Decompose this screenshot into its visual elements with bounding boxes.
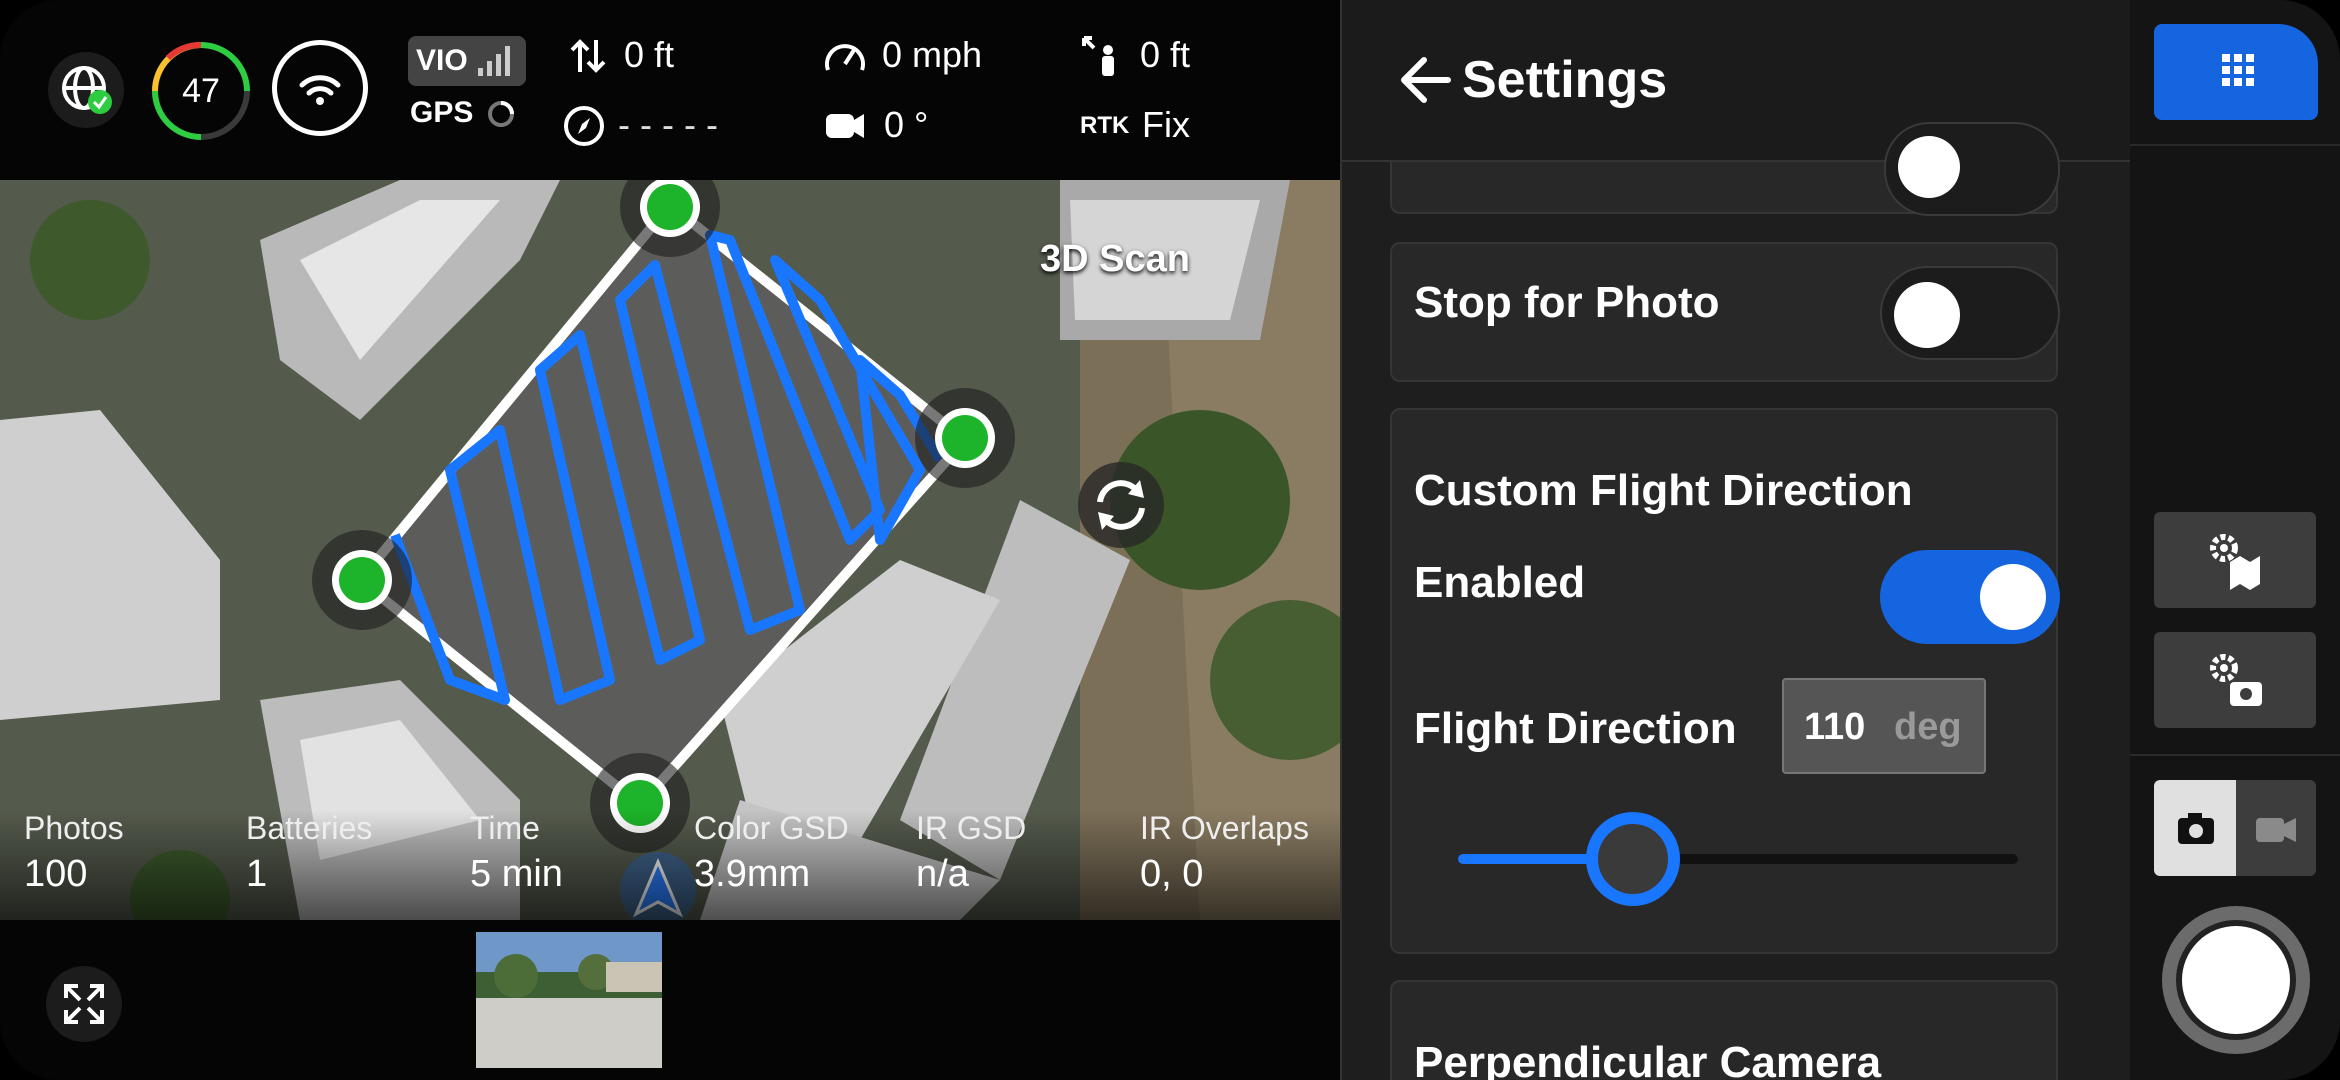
gps-loading-icon [487, 101, 514, 128]
back-button[interactable] [1398, 52, 1454, 113]
stat-value: n/a [916, 853, 969, 895]
mission-stats: Photos 100 Batteries 1 Time 5 min Color … [0, 810, 1340, 920]
rtk-status: Fix [1142, 104, 1190, 145]
video-camera-icon [2256, 818, 2296, 842]
speedometer-icon [825, 44, 865, 71]
stop-for-photo-label: Stop for Photo [1414, 278, 1720, 327]
stop-for-photo-card: Stop for Photo [1390, 242, 2060, 382]
apps-menu-button[interactable] [2154, 24, 2318, 120]
status-bar: 47 VIO GPS 0 ft - - - - - 0 mph 0 ° 0 ft… [0, 0, 1340, 180]
stat-batteries: Batteries 1 [246, 810, 372, 896]
page-title: Settings [1462, 51, 1668, 109]
camera-settings-button[interactable] [2154, 632, 2316, 728]
stat-label: IR GSD [916, 810, 1027, 846]
speed-value: 0 mph [882, 34, 983, 75]
camera-preview-thumbnail[interactable] [476, 932, 662, 1068]
photo-mode-button[interactable] [2154, 780, 2236, 876]
flight-direction-unit: deg [1894, 706, 1962, 748]
stat-value: 100 [24, 853, 88, 895]
flight-direction-slider-thumb[interactable] [1586, 812, 1680, 906]
fullscreen-button[interactable] [46, 966, 122, 1042]
gps-status: GPS [410, 96, 516, 130]
altitude-value: 0 ft [624, 34, 675, 75]
stat-photos: Photos 100 [24, 810, 124, 896]
custom-direction-toggle[interactable] [1880, 550, 2060, 644]
stat-label: Time [470, 810, 540, 846]
battery-percent: 47 [182, 71, 220, 110]
flight-direction-label: Flight Direction [1414, 704, 1737, 753]
home-distance-icon [1082, 36, 1114, 76]
rotate-path-button[interactable] [1078, 462, 1164, 548]
shutter-button[interactable] [2162, 906, 2310, 1054]
perpendicular-camera-card: Perpendicular Camera [1390, 980, 2058, 1080]
altitude-icon [570, 39, 606, 73]
flight-direction-value: 110 [1804, 706, 1866, 748]
expand-icon [64, 984, 104, 1024]
stat-value: 5 min [470, 853, 563, 895]
stat-value: 3.9mm [694, 853, 811, 895]
stat-ir-gsd: IR GSD n/a [916, 810, 1026, 896]
gimbal-value: 0 ° [884, 104, 929, 145]
gimbal-camera-icon [826, 114, 864, 138]
stat-label: Photos [24, 810, 124, 846]
map-settings-button[interactable] [2154, 512, 2316, 608]
vio-badge: VIO [408, 36, 526, 86]
stat-label: IR Overlaps [1140, 810, 1309, 846]
stat-time: Time 5 min [470, 810, 563, 896]
battery-indicator[interactable]: 47 [150, 40, 252, 142]
compass-icon [564, 106, 604, 146]
camera-gear-icon [2210, 654, 2262, 706]
wifi-icon[interactable] [272, 40, 368, 136]
bottom-strip [0, 920, 1340, 1080]
distance-value: 0 ft [1140, 34, 1191, 75]
vio-label: VIO [416, 44, 468, 77]
rtk-label: RTK [1080, 112, 1130, 139]
grid-icon [2222, 54, 2254, 86]
video-mode-button[interactable] [2236, 780, 2316, 876]
stat-value: 0, 0 [1140, 853, 1204, 895]
gps-label: GPS [410, 96, 474, 129]
shutter-inner [2176, 920, 2296, 1040]
stat-value: 1 [246, 853, 268, 895]
perpendicular-camera-label: Perpendicular Camera [1414, 1038, 1882, 1080]
stat-color-gsd: Color GSD 3.9mm [694, 810, 849, 896]
enabled-label: Enabled [1414, 558, 1586, 607]
heading-value: - - - - - [618, 104, 718, 145]
stat-label: Color GSD [694, 810, 849, 846]
flight-direction-input[interactable]: 110 deg [1782, 678, 1986, 774]
network-status-icon[interactable] [48, 52, 124, 128]
section-title: Custom Flight Direction [1414, 466, 1913, 515]
arrow-left-icon [1401, 57, 1451, 103]
settings-card-partial [1390, 122, 2060, 216]
camera-icon [2178, 813, 2214, 844]
partial-toggle[interactable] [1884, 122, 2060, 216]
stop-for-photo-toggle[interactable] [1880, 266, 2060, 360]
stat-ir-overlaps: IR Overlaps 0, 0 [1140, 810, 1309, 896]
scan-mode-label: 3D Scan [1040, 238, 1190, 280]
app-frame: 47 VIO GPS 0 ft - - - - - 0 mph 0 ° 0 ft… [0, 0, 2340, 1080]
signal-bars-icon [477, 46, 510, 76]
mission-map[interactable]: 3D Scan [0, 180, 1340, 920]
map-gear-icon [2210, 534, 2260, 590]
stat-label: Batteries [246, 810, 373, 846]
settings-panel: Settings Stop for Photo Custom Flight Di… [1340, 0, 2132, 1080]
refresh-icon [1097, 480, 1145, 530]
